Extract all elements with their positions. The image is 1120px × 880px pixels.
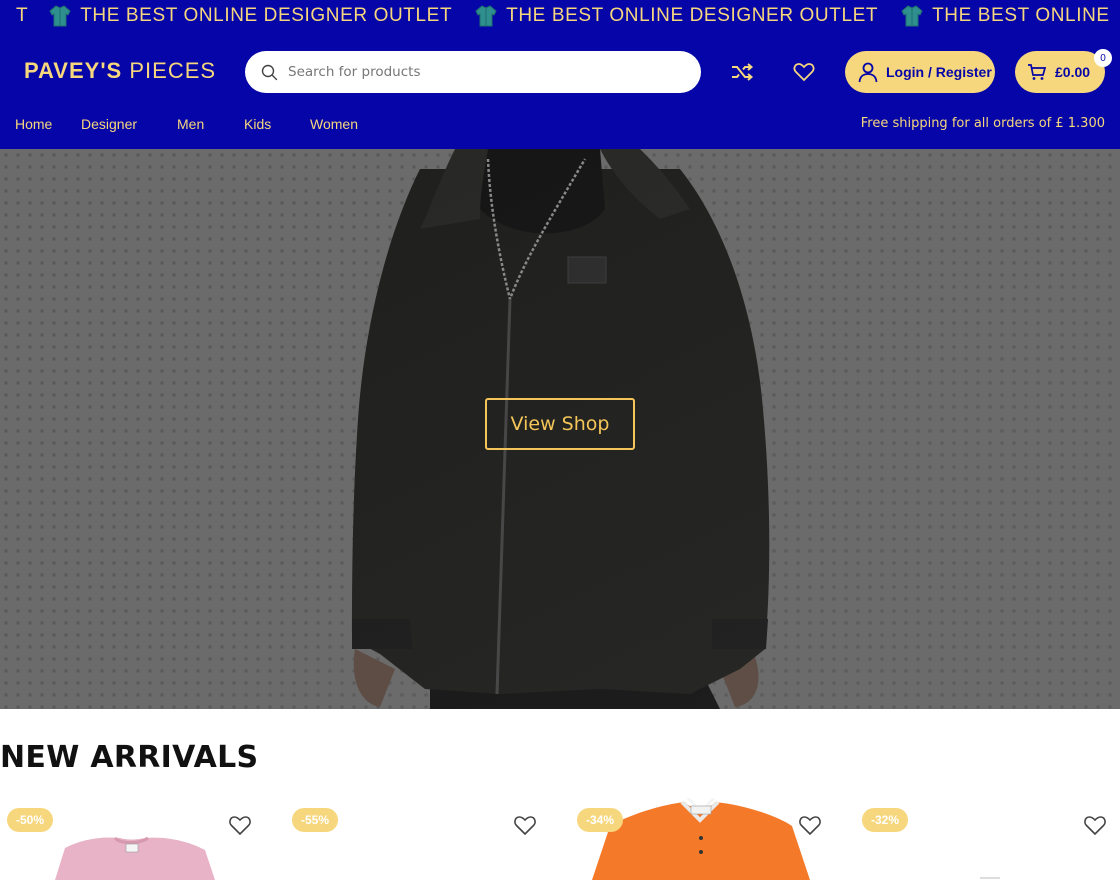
shuffle-icon [732,63,754,81]
discount-badge: -34% [577,808,624,832]
heart-icon [1084,816,1106,836]
add-to-wishlist-button[interactable] [1083,814,1107,836]
search-bar [245,51,701,93]
login-register-label: Login / Register [886,64,992,80]
heart-icon [229,816,251,836]
shipping-notice: Free shipping for all orders of £ 1.300 [860,116,1105,131]
search-icon [261,64,278,80]
wishlist-button[interactable] [791,59,817,85]
cart-icon [1028,64,1047,80]
ticker-track: T THE BEST ONLINE DESIGNER OUTLET THE BE… [0,0,1120,32]
discount-badge: -32% [862,808,909,832]
product-card[interactable]: -55% [285,798,555,880]
ticker-item: THE BEST ONLINE [900,5,1110,27]
login-register-button[interactable]: Login / Register [845,51,995,93]
add-to-wishlist-button[interactable] [513,814,537,836]
add-to-wishlist-button[interactable] [228,814,252,836]
add-to-wishlist-button[interactable] [798,814,822,836]
heart-icon [799,816,821,836]
nav-item-home[interactable]: Home [15,116,52,132]
heart-icon [514,816,536,836]
cart-button[interactable]: £0.00 [1015,51,1105,93]
ticker-item: THE BEST ONLINE DESIGNER OUTLET [474,5,878,27]
search-input[interactable] [288,64,668,80]
discount-badge: -50% [7,808,54,832]
ticker-item-label: THE BEST ONLINE [932,5,1110,26]
compare-button[interactable] [729,59,755,85]
cart-count-badge: 0 [1094,49,1112,67]
site-logo[interactable]: PAVEY'S PIECES [24,58,216,84]
nav-item-men[interactable]: Men [177,116,204,132]
discount-badge: -55% [292,808,339,832]
view-shop-button[interactable]: View Shop [485,398,635,450]
ticker-text-start: T [16,5,29,26]
nav-item-women[interactable]: Women [310,116,358,132]
ticker-item-label: THE BEST ONLINE DESIGNER OUTLET [80,5,453,26]
logo-light-text: PIECES [129,58,217,83]
jacket-icon [900,5,924,27]
nav-item-designer[interactable]: Designer [81,116,137,132]
section-title: NEW ARRIVALS [0,740,259,775]
main-nav: Home Designer Men Kids Women Free shippi… [0,116,1120,136]
product-card[interactable]: -50% [0,798,270,880]
heart-icon [793,63,815,82]
jacket-icon [474,5,498,27]
product-card[interactable]: -34% [570,798,840,880]
ticker-item: THE BEST ONLINE DESIGNER OUTLET [48,5,452,27]
user-icon [858,62,878,83]
product-card[interactable]: -32% [855,798,1120,880]
logo-bold-text: PAVEY'S [24,58,123,83]
cart-total: £0.00 [1055,64,1091,80]
ticker-item-label: THE BEST ONLINE DESIGNER OUTLET [506,5,879,26]
nav-item-kids[interactable]: Kids [244,116,271,132]
jacket-icon [48,5,72,27]
hero-banner: View Shop [0,149,1120,709]
announcement-ticker: T THE BEST ONLINE DESIGNER OUTLET THE BE… [0,0,1120,32]
site-header: PAVEY'S PIECES Login / Register £0.00 0 … [0,32,1120,149]
